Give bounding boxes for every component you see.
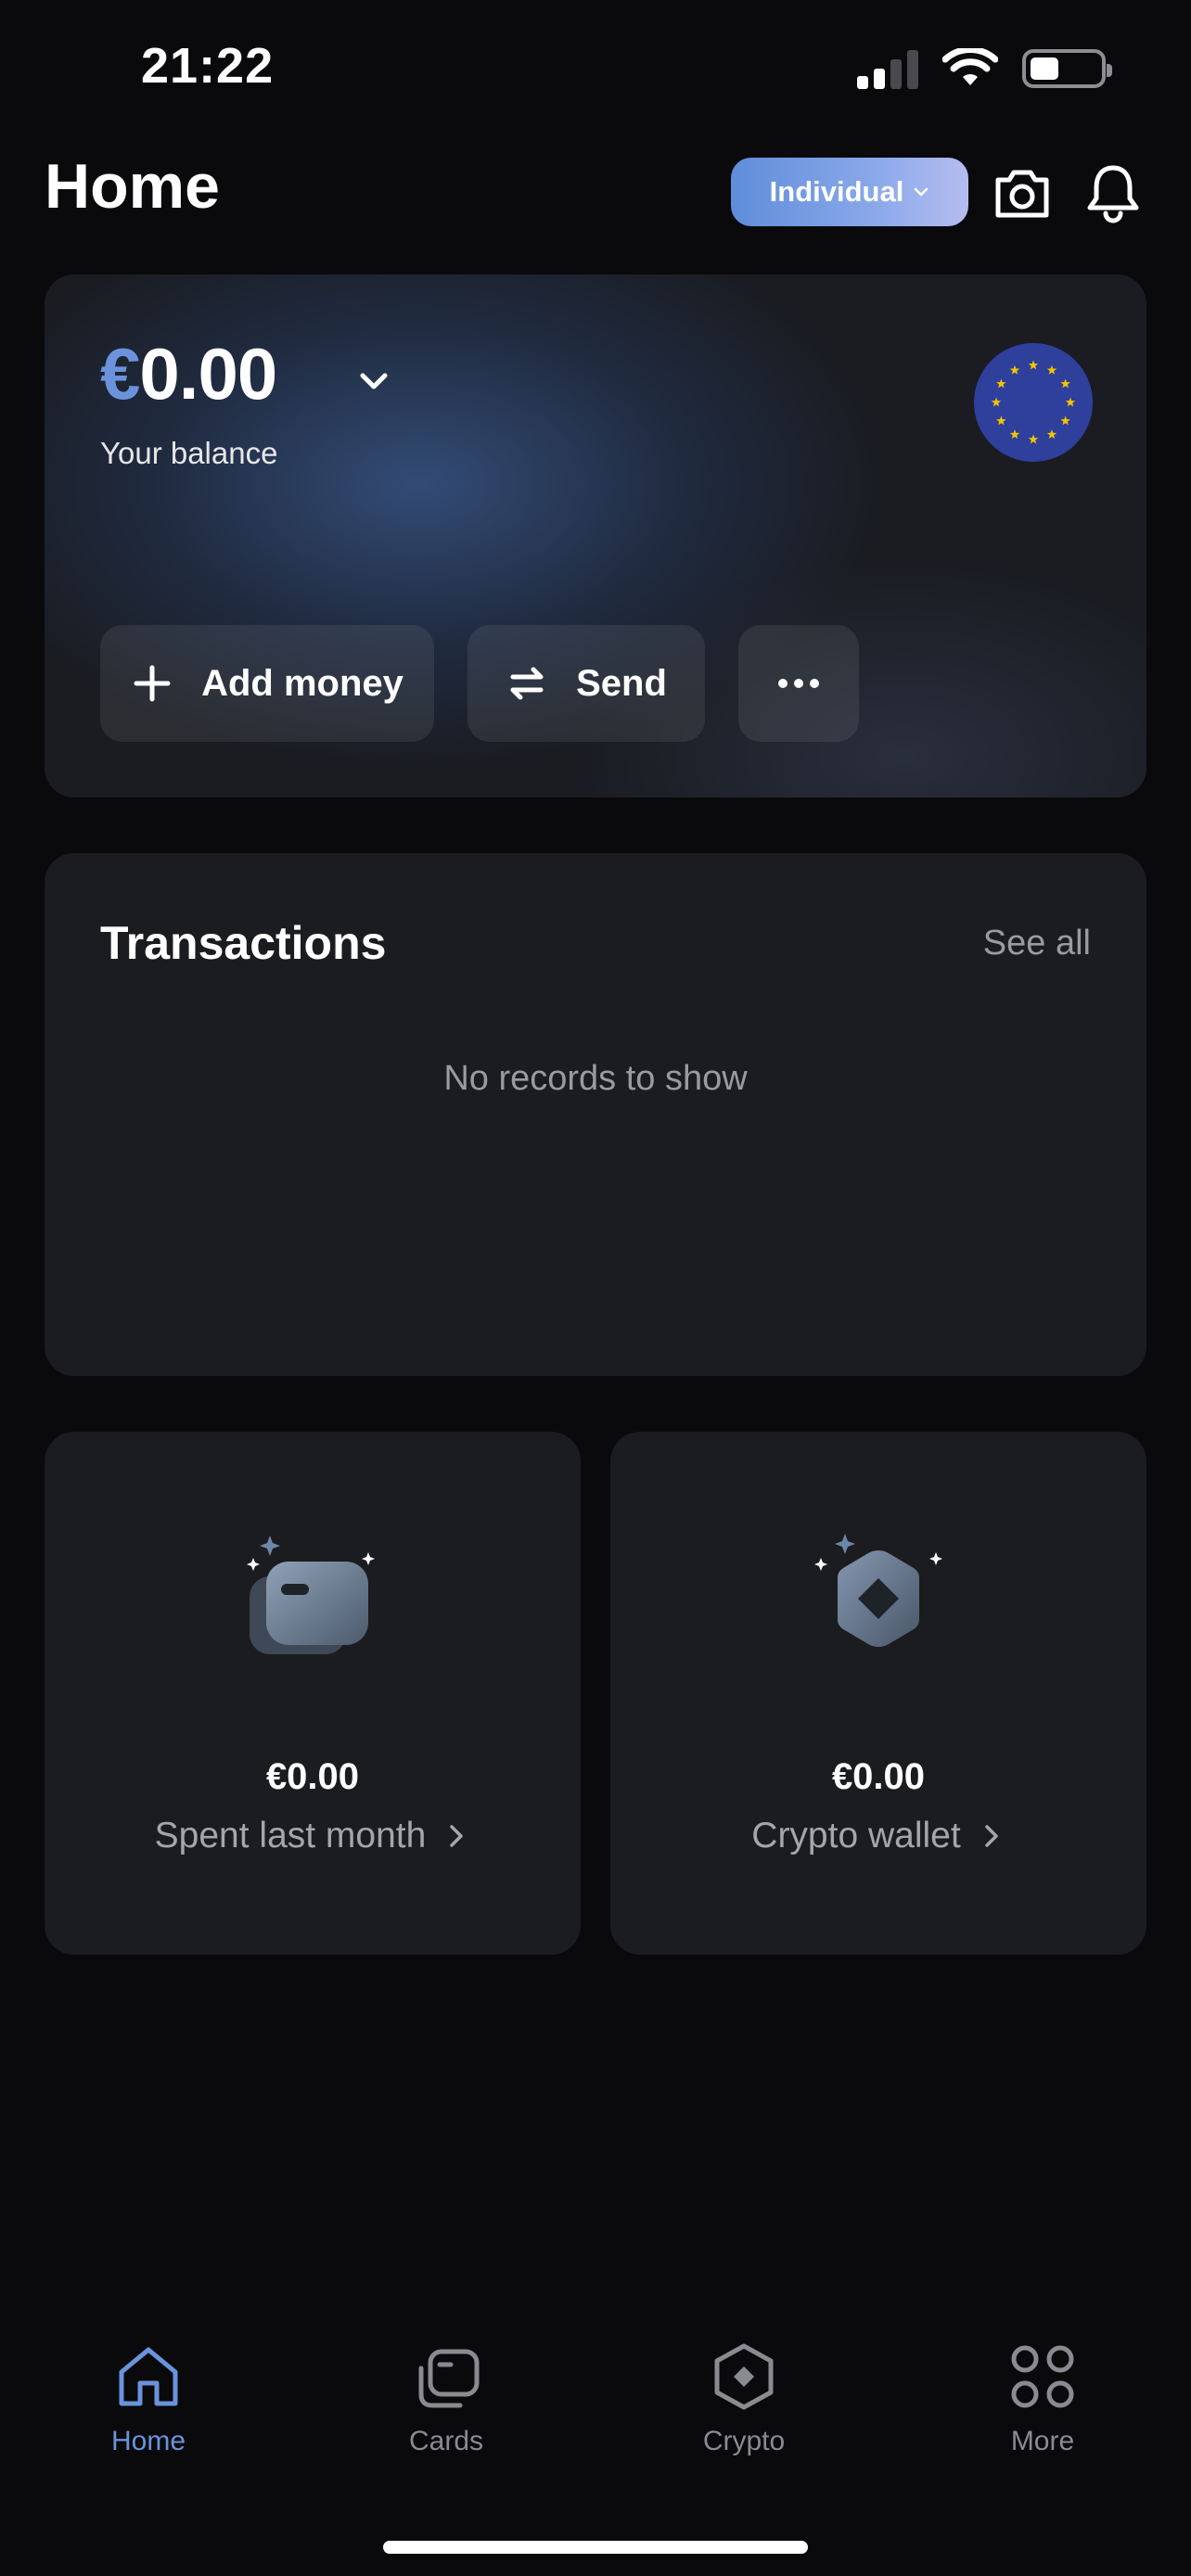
add-money-button[interactable]: Add money [100,625,434,742]
home-indicator [383,2541,808,2554]
see-all-link[interactable]: See all [983,924,1091,963]
battery-icon [1022,49,1112,88]
chevron-down-icon [915,187,928,197]
send-button[interactable]: Send [467,625,705,742]
spent-label-row: Spent last month [45,1816,581,1856]
bell-icon[interactable] [1080,159,1146,226]
tab-crypto[interactable]: Crypto [651,2337,837,2457]
tab-more-label: More [1010,2426,1075,2456]
tab-home[interactable]: Home [56,2337,241,2457]
grid-icon [1011,2345,1074,2408]
transactions-card: Transactions See all No records to show [45,853,1146,1376]
add-money-label: Add money [201,662,403,704]
chevron-right-icon [984,1825,998,1847]
crypto-label: Crypto wallet [751,1816,961,1855]
balance-amount: € 0.00 [100,332,277,416]
tab-cards-label: Cards [408,2426,484,2456]
tab-bar: Home Cards Crypto More [0,2337,1191,2476]
plus-icon [134,665,171,702]
crypto-icon [714,2343,774,2410]
cellular-signal-icon [857,48,918,89]
eu-flag-icon[interactable] [974,343,1093,462]
chevron-right-icon [450,1825,464,1847]
spent-last-month-tile[interactable]: €0.00 Spent last month [45,1432,581,1955]
camera-icon[interactable] [989,159,1056,226]
battery-fill [1031,57,1059,80]
transactions-title: Transactions [100,917,387,969]
balance-label: Your balance [100,436,278,470]
transfer-arrows-icon [510,667,544,700]
cards-icon [418,2349,480,2408]
spent-amount: €0.00 [265,1756,360,1797]
cards-illustration-icon [247,1536,375,1654]
tab-home-label: Home [110,2426,186,2456]
chevron-down-icon[interactable] [351,358,397,404]
crypto-illustration-icon [814,1534,942,1647]
status-icons [857,48,1112,89]
crypto-label-row: Crypto wallet [610,1816,1146,1856]
send-label: Send [576,662,667,704]
empty-state-text: No records to show [443,1059,748,1098]
balance-card: € 0.00 Your balance Add money Send [45,274,1146,797]
crypto-amount: €0.00 [831,1756,926,1797]
spent-label: Spent last month [154,1816,427,1855]
tab-more[interactable]: More [950,2337,1135,2457]
page-title: Home [45,151,220,222]
wifi-icon [942,48,998,85]
balance-value: 0.00 [139,333,277,414]
account-type-label: Individual [769,175,904,208]
tab-crypto-label: Crypto [702,2426,786,2456]
tab-cards[interactable]: Cards [353,2337,539,2457]
home-icon [119,2347,178,2406]
status-time: 21:22 [141,38,275,94]
account-type-selector[interactable]: Individual [731,158,968,226]
currency-symbol: € [100,333,140,414]
crypto-wallet-tile[interactable]: €0.00 Crypto wallet [610,1432,1146,1955]
more-actions-button[interactable] [738,625,859,742]
ellipsis-icon [778,679,819,688]
